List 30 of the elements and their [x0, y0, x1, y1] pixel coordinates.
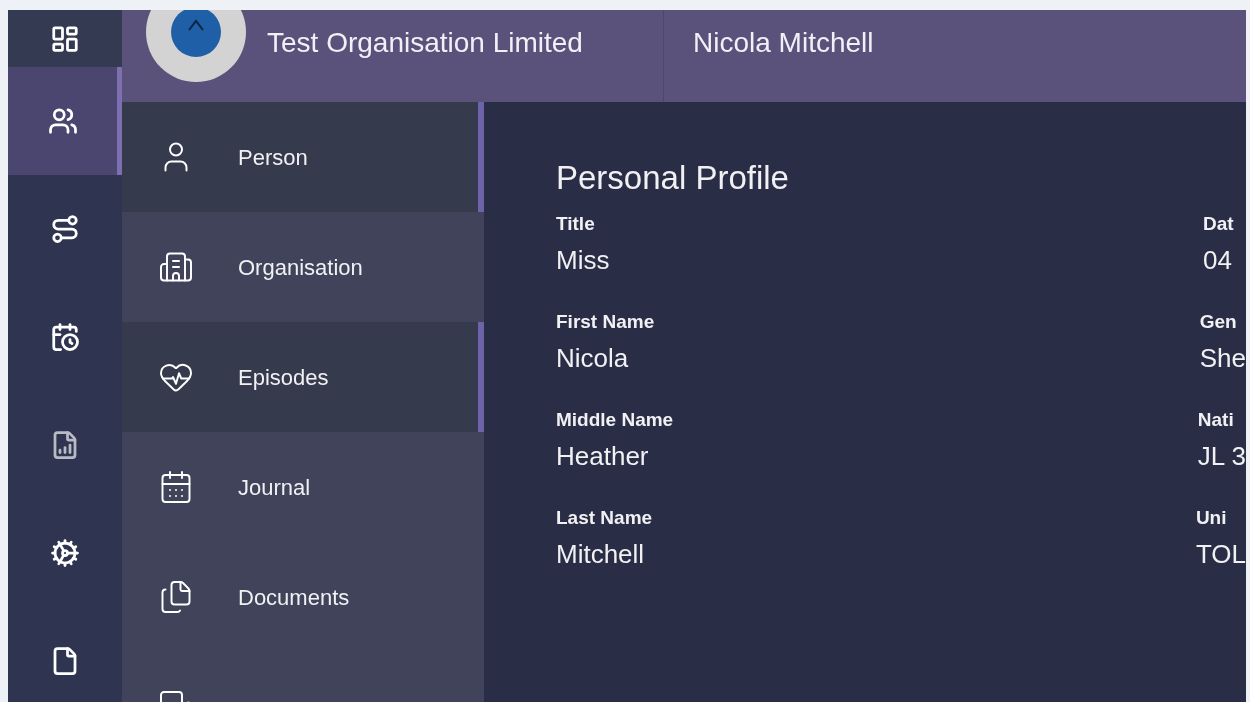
dashboard-icon — [50, 23, 80, 54]
settings-icon — [50, 538, 80, 568]
field-label: Nati — [1197, 408, 1235, 432]
field-value: 04 — [1203, 244, 1233, 276]
field-label: Uni — [1195, 506, 1228, 530]
rail-button[interactable] — [8, 10, 122, 67]
field-value: Mitchell — [556, 538, 646, 570]
field-value: Heather — [556, 440, 650, 472]
field-label: Last Name — [556, 506, 654, 530]
section-title: Personal Profile — [556, 158, 790, 198]
people-icon — [47, 106, 78, 136]
calendar-icon — [50, 322, 80, 352]
field-value: Miss — [556, 244, 611, 276]
field-label: Middle Name — [556, 408, 675, 432]
submenu-item[interactable]: Journal — [122, 432, 484, 542]
field-label: Dat — [1203, 212, 1234, 236]
submenu-item[interactable]: Person — [122, 102, 484, 212]
submenu-item[interactable]: Documents — [122, 542, 484, 652]
client-name: Test Organisation Limited — [267, 27, 583, 58]
field-label: Gen — [1199, 310, 1238, 334]
person-name: Nicola Mitchell — [693, 27, 874, 58]
field-value: She — [1199, 342, 1246, 374]
route-icon — [50, 214, 80, 244]
field-label: Title — [556, 212, 596, 236]
submenu-item[interactable]: Organisation — [122, 212, 484, 322]
field-value: Nicola — [556, 342, 630, 374]
submenu-item[interactable]: Episodes — [122, 322, 484, 432]
field-value: TOL — [1195, 538, 1246, 570]
field-label: First Name — [556, 310, 656, 334]
field-value: JL 3 — [1197, 440, 1246, 472]
